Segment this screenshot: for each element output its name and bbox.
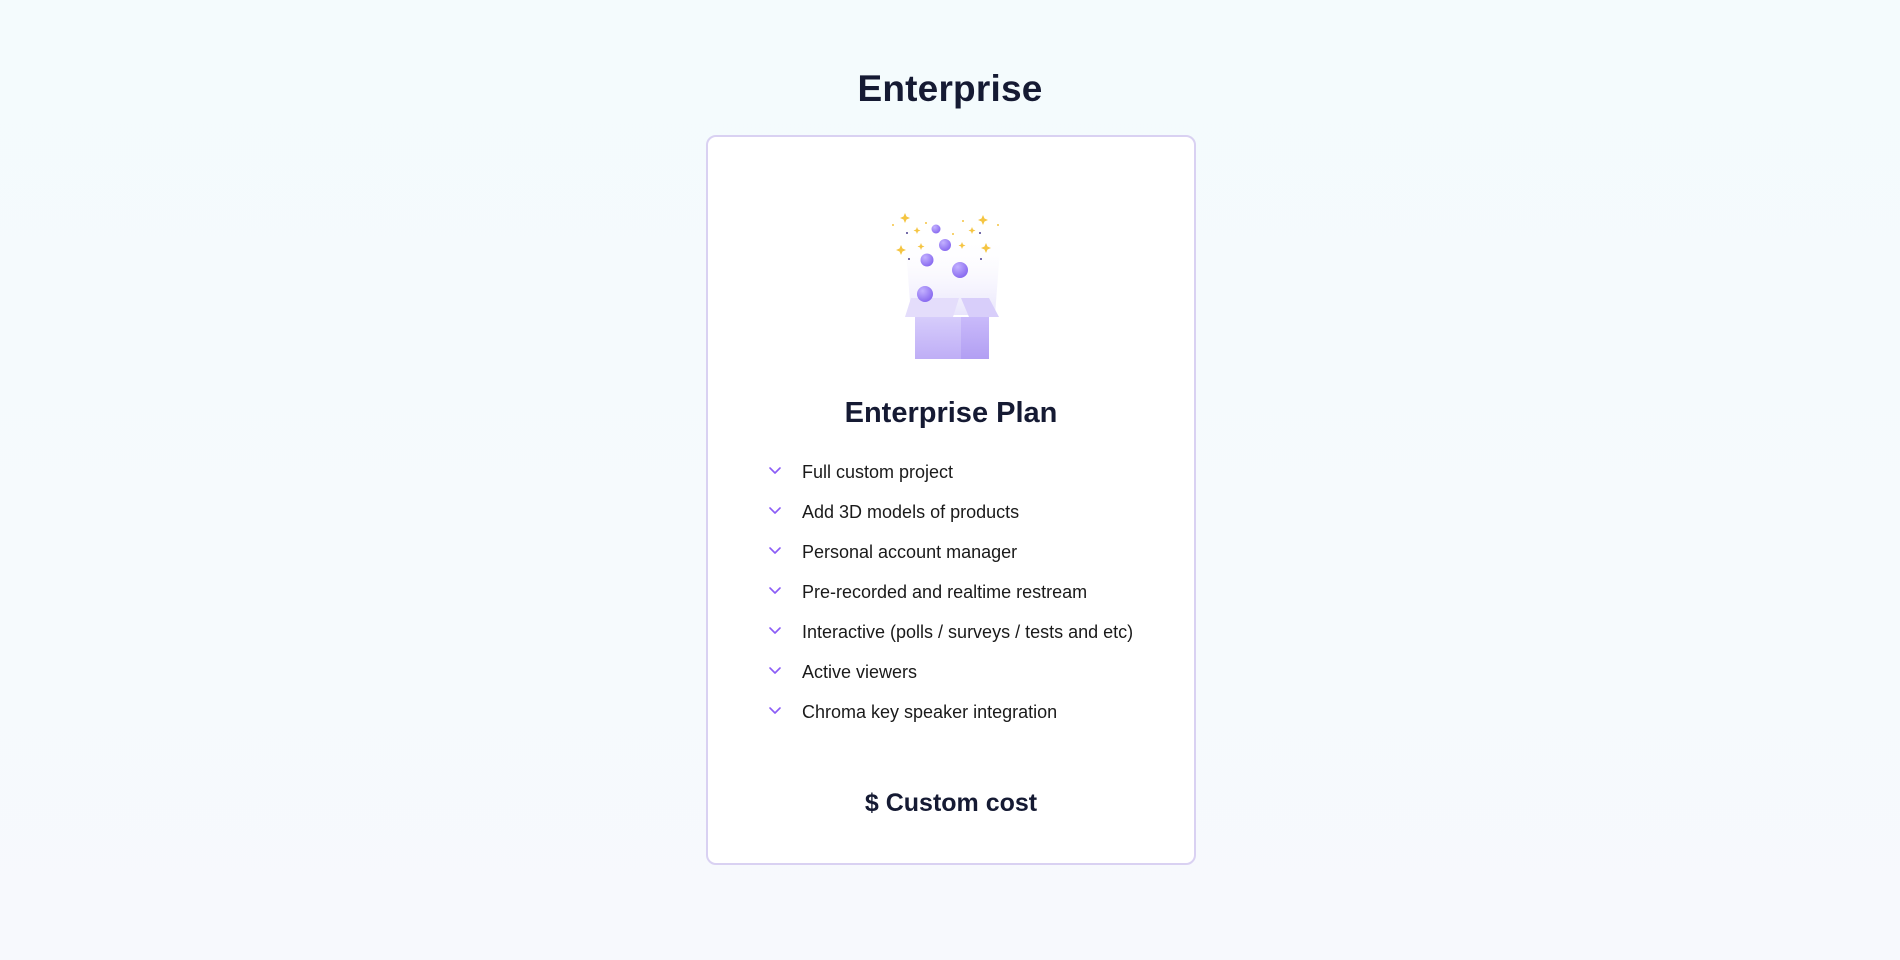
feature-item: Chroma key speaker integration [768,692,1133,732]
feature-label: Interactive (polls / surveys / tests and… [802,621,1134,642]
check-icon [769,507,781,514]
feature-item: Interactive (polls / surveys / tests and… [768,612,1133,652]
page-title: Enterprise [857,68,1043,109]
feature-item: Active viewers [768,652,1133,692]
plan-title: Enterprise Plan [844,397,1058,429]
feature-item: Personal account manager [768,532,1133,572]
feature-label: Personal account manager [802,541,1018,562]
feature-label: Active viewers [802,661,918,682]
check-icon [769,467,781,474]
check-icon [769,707,781,714]
feature-label: Add 3D models of products [802,501,1020,522]
check-icon [769,627,781,634]
enterprise-plan-card: Enterprise Plan Full custom project Add … [706,135,1196,865]
price-label: $ Custom cost [864,789,1038,817]
feature-label: Chroma key speaker integration [802,701,1058,722]
open-gift-box-confetti-icon [892,213,1001,359]
feature-item: Pre-recorded and realtime restream [768,572,1133,612]
check-icon [769,667,781,674]
feature-list: Full custom project Add 3D models of pro… [768,452,1133,732]
feature-item: Full custom project [768,452,1133,492]
feature-label: Full custom project [802,461,954,482]
feature-item: Add 3D models of products [768,492,1133,532]
check-icon [769,587,781,594]
feature-label: Pre-recorded and realtime restream [802,581,1088,602]
check-icon [769,547,781,554]
